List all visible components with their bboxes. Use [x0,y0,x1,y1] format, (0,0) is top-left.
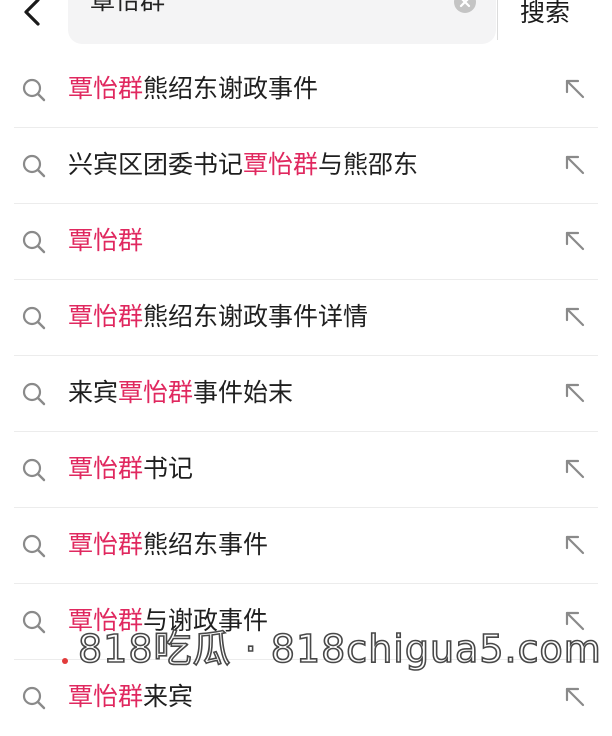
suggestion-text: 覃怡群熊绍东谢政事件 [68,70,318,108]
suggestion-text-after: 与熊邵东 [318,150,419,179]
suggestion-text: 覃怡群来宾 [68,678,193,716]
fill-query-arrow-icon[interactable] [562,76,588,102]
search-icon [20,152,48,180]
suggestion-text-highlight: 覃怡群 [68,530,144,559]
suggestion-text-after: 熊绍东谢政事件 [143,74,319,103]
suggestion-text-highlight: 覃怡群 [68,606,144,635]
suggestion-item[interactable]: 覃怡群与谢政事件 [0,584,612,660]
chevron-left-icon [24,0,40,26]
clear-circle-icon [454,0,476,13]
suggestion-text-highlight: 覃怡群 [68,302,144,331]
search-icon [20,76,48,104]
suggestion-item[interactable]: 覃怡群熊绍东事件 [0,508,612,584]
suggestion-text: 覃怡群与谢政事件 [68,602,268,640]
suggestion-text-before: 来宾 [68,378,119,407]
fill-query-arrow-icon[interactable] [562,608,588,634]
suggestion-text: 覃怡群 [68,222,143,260]
suggestion-text-highlight: 覃怡群 [243,150,319,179]
search-icon [20,228,48,256]
suggestion-text: 兴宾区团委书记覃怡群与熊邵东 [68,146,418,184]
suggestion-item[interactable]: 兴宾区团委书记覃怡群与熊邵东 [0,128,612,204]
suggestion-item[interactable]: 覃怡群熊绍东谢政事件 [0,52,612,128]
search-icon [20,532,48,560]
suggestion-item[interactable]: 覃怡群熊绍东谢政事件详情 [0,280,612,356]
suggestion-text-after: 熊绍东事件 [143,530,269,559]
fill-query-arrow-icon[interactable] [562,532,588,558]
search-icon [20,380,48,408]
clear-button[interactable] [453,0,477,14]
search-button[interactable]: 搜索 [520,0,570,31]
suggestion-text-highlight: 覃怡群 [68,682,144,711]
suggestion-text-after: 与谢政事件 [143,606,269,635]
suggestion-text-after: 熊绍东谢政事件详情 [143,302,369,331]
suggestion-text: 来宾覃怡群事件始末 [68,374,293,412]
search-header: 搜索 [0,0,612,58]
suggestion-text-after: 来宾 [143,682,194,711]
fill-query-arrow-icon[interactable] [562,304,588,330]
suggestion-text-before: 兴宾区团委书记 [68,150,244,179]
suggestion-text: 覃怡群熊绍东谢政事件详情 [68,298,368,336]
search-box [68,0,496,44]
suggestion-text-highlight: 覃怡群 [68,74,144,103]
suggestion-item[interactable]: 覃怡群书记 [0,432,612,508]
suggestion-item[interactable]: 来宾覃怡群事件始末 [0,356,612,432]
search-icon [20,456,48,484]
fill-query-arrow-icon[interactable] [562,152,588,178]
search-input[interactable] [90,0,430,16]
search-divider [497,0,498,40]
suggestion-list: 覃怡群熊绍东谢政事件 兴宾区团委书记覃怡群与熊邵东 覃怡群 覃怡群熊绍东谢政事件详情来… [0,52,612,736]
fill-query-arrow-icon[interactable] [562,456,588,482]
back-button[interactable] [14,0,54,32]
fill-query-arrow-icon[interactable] [562,380,588,406]
suggestion-text-after: 事件始末 [193,378,294,407]
fill-query-arrow-icon[interactable] [562,228,588,254]
watermark-dot [62,658,68,664]
suggestion-text: 覃怡群熊绍东事件 [68,526,268,564]
suggestion-text-highlight: 覃怡群 [68,454,144,483]
suggestion-item[interactable]: 覃怡群来宾 [0,660,612,736]
suggestion-text: 覃怡群书记 [68,450,193,488]
suggestion-text-highlight: 覃怡群 [68,226,144,255]
suggestion-text-highlight: 覃怡群 [118,378,194,407]
suggestion-item[interactable]: 覃怡群 [0,204,612,280]
search-icon [20,304,48,332]
fill-query-arrow-icon[interactable] [562,684,588,710]
suggestion-text-after: 书记 [143,454,194,483]
search-icon [20,608,48,636]
